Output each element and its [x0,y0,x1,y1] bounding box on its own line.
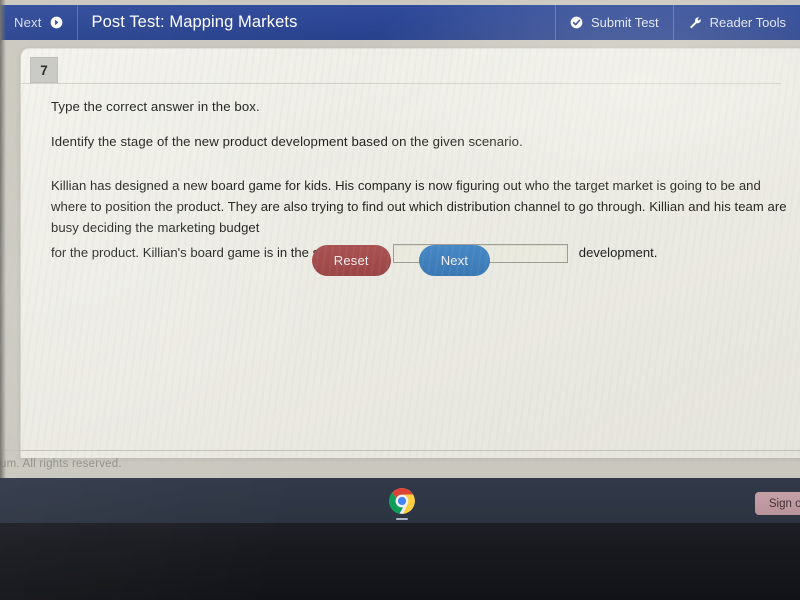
chrome-icon[interactable] [388,487,416,515]
footer: um. All rights reserved. [0,452,800,476]
instruction-text: Type the correct answer in the box. [51,99,260,114]
chrome-running-indicator [396,518,408,520]
screen-area: Next Post Test: Mapping Markets Submit T… [0,0,800,478]
nav-next-label: Next [14,15,42,30]
next-button[interactable]: Next [418,245,491,276]
scenario-text: Killian has designed a new board game fo… [51,177,787,236]
laptop-bezel: hp [0,523,800,600]
arrow-right-circle-icon [50,16,63,29]
toolbar-actions: Submit Test Reader Tools [554,5,800,40]
page-title: Post Test: Mapping Markets [78,5,312,40]
question-card: 7 Type the correct answer in the box. Id… [20,48,800,458]
copyright-text: um. All rights reserved. [0,458,122,470]
question-number-label: 7 [40,62,48,78]
question-number-tab: 7 [30,57,58,83]
sign-out-button[interactable]: Sign out [755,492,800,515]
question-body: Type the correct answer in the box. Iden… [51,98,796,264]
laptop-photo: Next Post Test: Mapping Markets Submit T… [0,0,800,600]
question-actions: Reset Next [21,245,781,276]
submit-test-button[interactable]: Submit Test [554,5,674,40]
app-toolbar: Next Post Test: Mapping Markets Submit T… [0,5,800,40]
reader-tools-label: Reader Tools [709,15,786,30]
check-circle-icon [570,16,583,29]
screen-left-edge [0,0,6,478]
sign-out-label: Sign out [768,497,800,510]
submit-test-label: Submit Test [590,15,659,30]
wrench-icon [688,16,702,30]
reset-button[interactable]: Reset [311,245,391,276]
prompt-text: Identify the stage of the new product de… [51,133,523,149]
app-title-label: Post Test: Mapping Markets [91,13,298,31]
reader-tools-button[interactable]: Reader Tools [674,5,800,40]
card-divider [21,83,781,84]
footer-divider [0,450,800,451]
nav-next-button[interactable]: Next [0,5,78,40]
